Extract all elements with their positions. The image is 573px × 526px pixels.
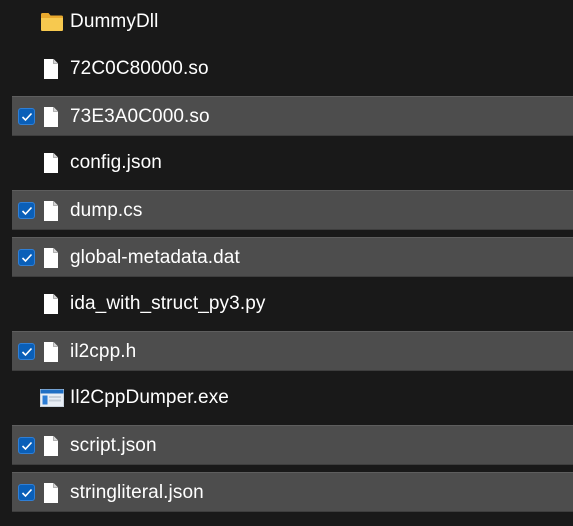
document-icon xyxy=(40,293,62,315)
file-name: global-metadata.dat xyxy=(70,247,240,268)
file-name: DummyDll xyxy=(70,11,159,32)
folder-icon xyxy=(40,11,63,33)
application-icon xyxy=(40,387,64,409)
selected-checkbox[interactable] xyxy=(18,202,35,219)
file-name: 72C0C80000.so xyxy=(70,58,209,79)
selected-checkbox[interactable] xyxy=(18,437,35,454)
file-row-il2cppdumper-exe[interactable]: Il2CppDumper.exe xyxy=(12,378,573,418)
document-icon xyxy=(40,58,62,80)
file-row-ida-with-struct-py3-py[interactable]: ida_with_struct_py3.py xyxy=(12,284,573,324)
file-list: DummyDll 72C0C80000.so 73E3A0C000.so con… xyxy=(0,0,573,526)
file-row-73e3a0c000-so[interactable]: 73E3A0C000.so xyxy=(12,96,573,136)
file-name: 73E3A0C000.so xyxy=(70,106,210,127)
selected-checkbox[interactable] xyxy=(18,343,35,360)
selected-checkbox[interactable] xyxy=(18,108,35,125)
file-row-global-metadata-dat[interactable]: global-metadata.dat xyxy=(12,237,573,277)
file-name: stringliteral.json xyxy=(70,482,204,503)
file-name: Il2CppDumper.exe xyxy=(70,387,229,408)
document-icon xyxy=(40,152,62,174)
document-icon xyxy=(40,106,62,128)
file-row-dummydll[interactable]: DummyDll xyxy=(12,2,573,42)
file-row-config-json[interactable]: config.json xyxy=(12,143,573,183)
file-name: il2cpp.h xyxy=(70,341,137,362)
file-row-72c0c80000-so[interactable]: 72C0C80000.so xyxy=(12,49,573,89)
file-row-dump-cs[interactable]: dump.cs xyxy=(12,190,573,230)
document-icon xyxy=(40,482,62,504)
document-icon xyxy=(40,341,62,363)
file-name: config.json xyxy=(70,152,162,173)
document-icon xyxy=(40,200,62,222)
file-name: ida_with_struct_py3.py xyxy=(70,293,266,314)
selected-checkbox[interactable] xyxy=(18,484,35,501)
document-icon xyxy=(40,435,62,457)
file-name: dump.cs xyxy=(70,200,143,221)
document-icon xyxy=(40,247,62,269)
selected-checkbox[interactable] xyxy=(18,249,35,266)
file-row-script-json[interactable]: script.json xyxy=(12,425,573,465)
file-row-stringliteral-json[interactable]: stringliteral.json xyxy=(12,472,573,512)
file-name: script.json xyxy=(70,435,157,456)
file-row-il2cpp-h[interactable]: il2cpp.h xyxy=(12,331,573,371)
